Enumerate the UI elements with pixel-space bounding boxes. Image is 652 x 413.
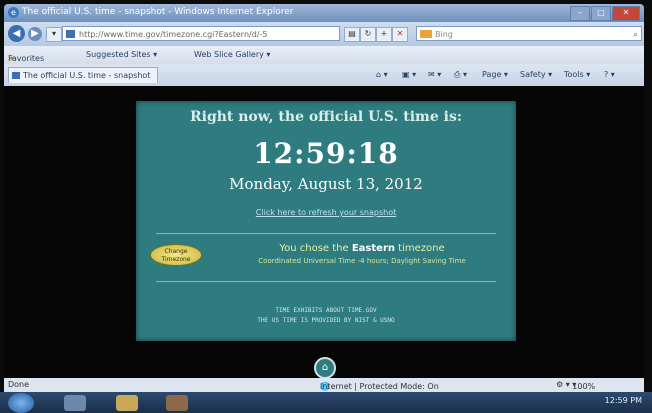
zoom-control[interactable]: ⚙ ▾ 100% ▾: [556, 380, 595, 391]
window-controls: – □ ✕: [570, 6, 640, 21]
home-icon[interactable]: ⌂ ▾: [376, 70, 388, 79]
timezone-line: You chose the Eastern timezone: [212, 243, 512, 254]
tz-suffix: timezone: [395, 243, 445, 254]
address-input[interactable]: http://www.time.gov/timezone.cgi?Eastern…: [62, 26, 340, 41]
tz-prefix: You chose the: [279, 243, 352, 254]
footer-links[interactable]: TIME EXHIBITS ABOUT TIME.GOV: [136, 306, 516, 316]
date-display: Monday, August 13, 2012: [229, 175, 423, 193]
utc-offset-line: Coordinated Universal Time -4 hours; Day…: [258, 257, 466, 265]
monitor-screen: e The official U.S. time - snapshot - Wi…: [0, 0, 652, 413]
folder-taskbar-icon[interactable]: [116, 395, 138, 411]
time-panel: Right now, the official U.S. time is: 12…: [136, 101, 516, 341]
ie-taskbar-icon[interactable]: [64, 395, 86, 411]
tools-menu[interactable]: Tools ▾: [564, 70, 590, 79]
minimize-button[interactable]: –: [570, 6, 590, 21]
bing-icon: [420, 30, 432, 38]
suggested-sites-link[interactable]: Suggested Sites ▾: [86, 50, 157, 59]
close-window-button[interactable]: ✕: [612, 6, 640, 21]
page-footer: TIME EXHIBITS ABOUT TIME.GOV THE US TIME…: [136, 306, 516, 326]
home-icon-button[interactable]: ⌂: [314, 357, 336, 379]
mail-icon[interactable]: ✉ ▾: [428, 70, 441, 79]
change-button-line1: Change: [164, 248, 188, 255]
media-taskbar-icon[interactable]: [166, 395, 188, 411]
divider-top: [156, 233, 496, 234]
address-bar: ◀ ▶ ▾ http://www.time.gov/timezone.cgi?E…: [4, 22, 644, 46]
page-content: Right now, the official U.S. time is: 12…: [4, 86, 644, 379]
change-button-line2: Timezone: [161, 256, 191, 263]
recent-pages-dropdown[interactable]: ▾: [46, 27, 62, 42]
search-icon[interactable]: ⌕: [633, 28, 638, 43]
start-button[interactable]: [8, 393, 34, 413]
web-slice-gallery-link[interactable]: Web Slice Gallery ▾: [194, 50, 270, 59]
ie-logo-icon: e: [8, 7, 19, 18]
security-zone-label: Internet | Protected Mode: On: [320, 382, 439, 391]
system-clock[interactable]: 12:59 PM: [605, 396, 642, 405]
tab-title: The official U.S. time - snapshot: [23, 71, 151, 80]
compatibility-view-button[interactable]: ▤: [344, 27, 360, 42]
print-icon[interactable]: ⎙ ▾: [454, 70, 467, 80]
maximize-button[interactable]: □: [591, 6, 611, 21]
page-menu[interactable]: Page ▾: [482, 70, 508, 79]
taskbar: 12:59 PM: [0, 392, 652, 413]
page-headline: Right now, the official U.S. time is:: [189, 109, 463, 125]
window-title-bar: e The official U.S. time - snapshot - Wi…: [4, 4, 644, 22]
feeds-button[interactable]: +: [376, 27, 392, 42]
tab-current[interactable]: The official U.S. time - snapshot: [8, 67, 158, 83]
search-input[interactable]: Bing ⌕: [416, 26, 642, 41]
window-title: The official U.S. time - snapshot - Wind…: [22, 7, 294, 17]
stop-button[interactable]: ✕: [392, 27, 408, 42]
footer-credit: THE US TIME IS PROVIDED BY NIST & USNO: [257, 317, 395, 324]
favorites-label: Favorites: [8, 54, 45, 63]
feeds-icon[interactable]: ▣ ▾: [402, 70, 416, 79]
forward-button[interactable]: ▶: [28, 27, 42, 41]
page-favicon-icon: [66, 30, 75, 38]
favorites-bar: ★ Favorites Suggested Sites ▾ Web Slice …: [4, 46, 644, 64]
tab-favicon-icon: [12, 72, 20, 79]
help-icon[interactable]: ? ▾: [604, 70, 615, 79]
zoom-level: 100%: [572, 382, 596, 391]
status-bar: Done 🌐 Internet | Protected Mode: On ⚙ ▾…: [4, 378, 644, 392]
tz-name: Eastern: [351, 243, 395, 254]
address-url: http://www.time.gov/timezone.cgi?Eastern…: [79, 30, 268, 39]
time-display: 12:59:18: [253, 137, 399, 170]
safety-menu[interactable]: Safety ▾: [520, 70, 552, 79]
refresh-button[interactable]: ↻: [360, 27, 376, 42]
back-button[interactable]: ◀: [8, 25, 25, 42]
change-timezone-button[interactable]: Change Timezone: [150, 244, 202, 266]
refresh-snapshot-link[interactable]: Click here to refresh your snapshot: [136, 208, 516, 217]
status-text: Done: [8, 380, 30, 389]
divider-bottom: [156, 281, 496, 282]
search-provider-label: Bing: [435, 30, 453, 39]
tab-command-bar: The official U.S. time - snapshot ⌂ ▾ ▣ …: [4, 64, 644, 87]
